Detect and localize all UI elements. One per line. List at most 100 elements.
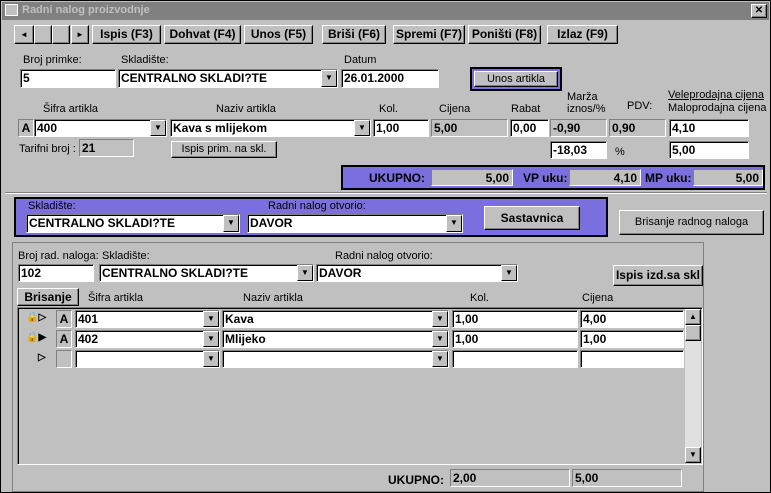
- row-naziv-combo[interactable]: Mlijeko ▼: [222, 330, 449, 348]
- datum-label: Datum: [344, 54, 377, 66]
- row-prefix: A: [56, 310, 72, 328]
- ispis-button[interactable]: Ispis (F3): [92, 25, 161, 44]
- chevron-down-icon[interactable]: ▼: [223, 215, 239, 232]
- lower-otvorio-label: Radni nalog otvorio:: [335, 250, 433, 262]
- brisanje-naloga-button[interactable]: Brisanje radnog naloga: [619, 210, 764, 235]
- chevron-down-icon[interactable]: ▼: [203, 351, 219, 367]
- row-cijena[interactable]: 4,00: [580, 310, 684, 328]
- row-selector[interactable]: ▷: [36, 350, 56, 366]
- table-row[interactable]: 🔒▷ A 401 ▼ Kava ▼ 1,00 4,00: [22, 310, 684, 328]
- window-title: Radni nalog proizvodnje: [22, 4, 150, 16]
- chevron-down-icon[interactable]: ▼: [203, 311, 219, 327]
- chevron-down-icon[interactable]: ▼: [321, 70, 337, 87]
- ponisti-button[interactable]: Poništi (F8): [468, 25, 541, 44]
- mp-uku-field: 5,00: [693, 169, 763, 186]
- kol-field[interactable]: 1,00: [373, 119, 429, 137]
- row-cijena[interactable]: 1,00: [580, 330, 684, 348]
- sastavnica-button[interactable]: Sastavnica: [484, 206, 580, 230]
- marza-pct-field[interactable]: -18,03: [550, 141, 607, 159]
- chevron-down-icon[interactable]: ▼: [432, 311, 448, 327]
- row-cijena[interactable]: [580, 350, 684, 368]
- main-window: Radni nalog proizvodnje ✕ ◄ ► Ispis (F3)…: [0, 0, 771, 493]
- brisi-button[interactable]: Briši (F6): [322, 25, 386, 44]
- chevron-down-icon[interactable]: ▼: [203, 331, 219, 347]
- unos-button[interactable]: Unos (F5): [244, 25, 313, 44]
- chevron-down-icon[interactable]: ▼: [501, 265, 517, 281]
- broj-naloga-label: Broj rad. naloga:: [18, 250, 99, 262]
- datum-field[interactable]: 26.01.2000: [341, 69, 439, 88]
- chevron-down-icon[interactable]: ▼: [432, 351, 448, 367]
- nalog-skladiste-combo[interactable]: CENTRALNO SKLADI?TE ▼: [26, 214, 240, 233]
- unos-artikla-frame: Unos artikla: [470, 67, 562, 91]
- scroll-down-icon[interactable]: ▼: [685, 447, 701, 463]
- vp-field[interactable]: 4,10: [669, 119, 749, 137]
- row-kol[interactable]: 1,00: [452, 310, 578, 328]
- totals-bar: UKUPNO: 5,00 VP uku: 4,10 MP uku: 5,00: [341, 165, 765, 190]
- article-prefix: A: [18, 119, 34, 137]
- nalog-skladiste-value: CENTRALNO SKLADI?TE: [29, 216, 175, 230]
- row-sifra: 401: [78, 312, 99, 326]
- row-prefix: A: [56, 330, 72, 348]
- row-naziv-combo[interactable]: ▼: [222, 350, 449, 368]
- app-icon: [5, 4, 18, 16]
- scroll-up-icon[interactable]: ▲: [685, 309, 701, 325]
- nav-blank-button-2[interactable]: [52, 25, 70, 44]
- col-sifra-header: Šifra artikla: [88, 292, 144, 304]
- nav-next-button[interactable]: ►: [71, 25, 89, 44]
- row-naziv-combo[interactable]: Kava ▼: [222, 310, 449, 328]
- nalog-otvorio-combo[interactable]: DAVOR ▼: [247, 214, 463, 233]
- naziv-combo[interactable]: Kava s mlijekom ▼: [170, 119, 371, 137]
- dohvat-button[interactable]: Dohvat (F4): [164, 25, 241, 44]
- sifra-label: Šifra artikla: [43, 103, 99, 115]
- kol-label: Kol.: [379, 103, 398, 115]
- row-sifra-combo[interactable]: 402 ▼: [75, 330, 220, 348]
- lower-panel: Broj rad. naloga: 102 Skladište: CENTRAL…: [12, 242, 704, 492]
- nav-blank-button[interactable]: [34, 25, 52, 44]
- nav-first-button[interactable]: ◄: [14, 25, 34, 44]
- chevron-down-icon[interactable]: ▼: [150, 120, 166, 136]
- row-sifra-combo[interactable]: 401 ▼: [75, 310, 220, 328]
- lower-ukupno-kol: 2,00: [450, 469, 570, 487]
- mp-field[interactable]: 5,00: [669, 141, 749, 159]
- chevron-down-icon[interactable]: ▼: [432, 331, 448, 347]
- row-sifra-combo[interactable]: ▼: [75, 350, 220, 368]
- rabat-field[interactable]: 0,00: [510, 119, 549, 137]
- close-icon[interactable]: ✕: [751, 4, 767, 18]
- lower-ukupno-label: UKUPNO:: [388, 473, 444, 487]
- row-selector[interactable]: 🔒▷: [24, 310, 54, 326]
- vp-uku-label: VP uku:: [523, 171, 568, 185]
- chevron-down-icon[interactable]: ▼: [354, 120, 370, 136]
- row-kol[interactable]: 1,00: [452, 330, 578, 348]
- skladiste-combo[interactable]: CENTRALNO SKLADI?TE ▼: [118, 69, 338, 88]
- sifra-combo[interactable]: 400 ▼: [34, 119, 167, 137]
- cijena-field: 5,00: [431, 119, 508, 137]
- vertical-scrollbar[interactable]: ▲ ▼: [685, 309, 701, 463]
- ispis-izd-button[interactable]: Ispis izd.sa skl: [613, 265, 703, 286]
- broj-naloga-field[interactable]: 102: [18, 264, 94, 282]
- unos-artikla-button[interactable]: Unos artikla: [474, 71, 558, 87]
- chevron-down-icon[interactable]: ▼: [297, 265, 313, 281]
- table-row[interactable]: ▷ ▼ ▼: [22, 350, 684, 368]
- skladiste-label: Skladište:: [121, 54, 169, 66]
- nalog-otvorio-value: DAVOR: [250, 216, 293, 230]
- table-row[interactable]: 🔒▶ A 402 ▼ Mlijeko ▼ 1,00 1,00: [22, 330, 684, 348]
- izlaz-button[interactable]: Izlaz (F9): [547, 25, 618, 44]
- lower-otvorio-combo[interactable]: DAVOR ▼: [316, 264, 518, 282]
- chevron-down-icon[interactable]: ▼: [446, 215, 462, 232]
- skladiste-value: CENTRALNO SKLADI?TE: [121, 71, 267, 85]
- lower-skladiste-combo[interactable]: CENTRALNO SKLADI?TE ▼: [99, 264, 314, 282]
- pdv-label: PDV:: [627, 100, 653, 112]
- spremi-button[interactable]: Spremi (F7): [393, 25, 465, 44]
- nalog-otvorio-label: Radni nalog otvorio:: [268, 200, 366, 212]
- ispis-prim-button[interactable]: Ispis prim. na skl.: [171, 141, 277, 158]
- lower-ukupno-cijena: 5,00: [572, 469, 682, 487]
- nalog-frame: Skladište: CENTRALNO SKLADI?TE ▼ Radni n…: [14, 197, 608, 237]
- brisanje-button[interactable]: Brisanje: [17, 288, 79, 306]
- scroll-thumb[interactable]: [685, 325, 701, 341]
- broj-primke-field[interactable]: 5: [20, 69, 116, 88]
- lower-otvorio-value: DAVOR: [319, 266, 362, 280]
- ukupno-label: UKUPNO:: [369, 171, 425, 185]
- tarifni-label: Tarifni broj :: [19, 143, 76, 155]
- row-kol[interactable]: [452, 350, 578, 368]
- row-selector[interactable]: 🔒▶: [24, 330, 54, 346]
